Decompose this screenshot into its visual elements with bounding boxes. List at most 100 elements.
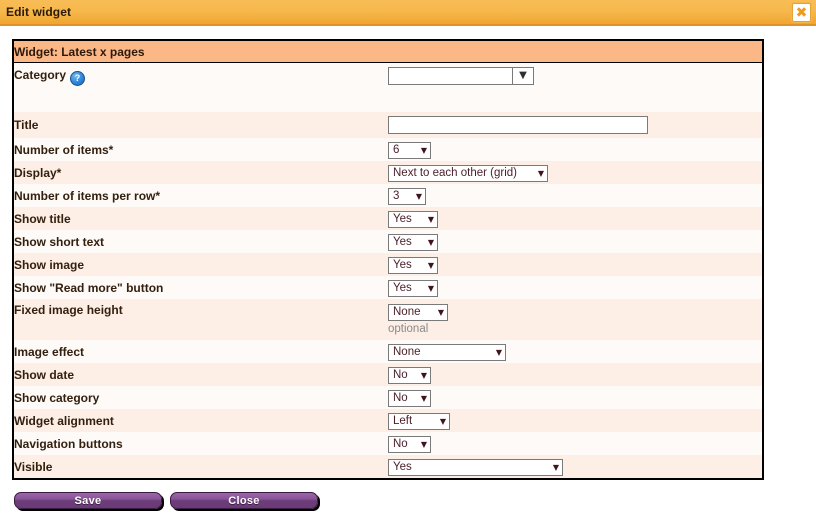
close-form-button[interactable]: Close [170, 492, 318, 509]
close-icon: ✖ [795, 4, 808, 21]
form-row-show-image: Show image Yes ▼ [13, 253, 763, 276]
form-row-show-category: Show category No ▼ [13, 386, 763, 409]
select-value: Yes [393, 461, 412, 473]
category-dropdown-button[interactable]: ▼ [512, 67, 534, 85]
form-row-visible: Visible Yes ▼ [13, 455, 763, 479]
form-row-number-of-items: Number of items* 6 ▼ [13, 138, 763, 161]
field-control-show-image: Yes ▼ [388, 253, 763, 276]
window-titlebar: Edit widget ✖ [0, 0, 816, 26]
chevron-down-icon: ▼ [420, 371, 427, 380]
field-label-navigation-buttons: Navigation buttons [13, 432, 388, 455]
navigation-buttons-select[interactable]: No ▼ [388, 436, 431, 453]
field-control-show-category: No ▼ [388, 386, 763, 409]
field-label-items-per-row: Number of items per row* [13, 184, 388, 207]
field-control-show-date: No ▼ [388, 363, 763, 386]
field-control-widget-alignment: Left ▼ [388, 409, 763, 432]
field-label-widget-alignment: Widget alignment [13, 409, 388, 432]
select-value: 3 [393, 190, 400, 202]
number-of-items-select[interactable]: 6 ▼ [388, 142, 431, 159]
form-row-widget-alignment: Widget alignment Left ▼ [13, 409, 763, 432]
form-row-category: Category? ▼ [13, 62, 763, 112]
field-label-show-short-text: Show short text [13, 230, 388, 253]
select-value: No [393, 438, 408, 450]
title-input[interactable] [388, 116, 648, 134]
field-label-show-image: Show image [13, 253, 388, 276]
chevron-down-icon: ▼ [427, 215, 434, 224]
field-label-visible: Visible [13, 455, 388, 479]
field-control-image-effect: None ▼ [388, 340, 763, 363]
field-label-category: Category? [13, 62, 388, 112]
form-row-show-short-text: Show short text Yes ▼ [13, 230, 763, 253]
visible-select[interactable]: Yes ▼ [388, 459, 563, 476]
chevron-down-icon: ▼ [495, 348, 502, 357]
form-row-navigation-buttons: Navigation buttons No ▼ [13, 432, 763, 455]
label-text: Category [14, 68, 67, 82]
field-label-fixed-image-height: Fixed image height [13, 299, 388, 340]
field-control-number-of-items: 6 ▼ [388, 138, 763, 161]
widget-alignment-select[interactable]: Left ▼ [388, 413, 450, 430]
select-value: Yes [393, 259, 412, 271]
form-row-image-effect: Image effect None ▼ [13, 340, 763, 363]
field-label-number-of-items: Number of items* [13, 138, 388, 161]
select-value: None [393, 306, 421, 318]
chevron-down-icon: ▼ [537, 169, 544, 178]
panel-header: Widget: Latest x pages [13, 40, 763, 63]
close-button[interactable]: ✖ [792, 3, 811, 22]
select-value: None [393, 346, 421, 358]
display-select[interactable]: Next to each other (grid) ▼ [388, 165, 548, 182]
select-value: 6 [393, 144, 400, 156]
form-row-title: Title [13, 112, 763, 138]
edit-widget-form: Widget: Latest x pages Category? ▼ Title… [0, 26, 816, 480]
chevron-down-icon: ▼ [552, 463, 559, 472]
select-value: Yes [393, 282, 412, 294]
field-label-display: Display* [13, 161, 388, 184]
field-control-display: Next to each other (grid) ▼ [388, 161, 763, 184]
show-short-text-select[interactable]: Yes ▼ [388, 234, 438, 251]
chevron-down-icon: ▼ [437, 308, 444, 317]
category-combobox-value[interactable] [388, 67, 512, 85]
field-label-image-effect: Image effect [13, 340, 388, 363]
chevron-down-icon: ▼ [427, 261, 434, 270]
chevron-down-icon: ▼ [420, 394, 427, 403]
select-value: No [393, 369, 408, 381]
field-control-show-short-text: Yes ▼ [388, 230, 763, 253]
field-label-show-category: Show category [13, 386, 388, 409]
select-value: Yes [393, 213, 412, 225]
field-label-show-date: Show date [13, 363, 388, 386]
field-control-navigation-buttons: No ▼ [388, 432, 763, 455]
field-label-title: Title [13, 112, 388, 138]
show-title-select[interactable]: Yes ▼ [388, 211, 438, 228]
save-button[interactable]: Save [14, 492, 162, 509]
chevron-down-icon: ▼ [415, 192, 422, 201]
show-category-select[interactable]: No ▼ [388, 390, 431, 407]
select-value: Left [393, 415, 413, 427]
form-row-show-read-more: Show "Read more" button Yes ▼ [13, 276, 763, 299]
form-row-show-date: Show date No ▼ [13, 363, 763, 386]
chevron-down-icon: ▼ [420, 440, 427, 449]
chevron-down-icon: ▼ [420, 146, 427, 155]
fixed-image-height-select[interactable]: None ▼ [388, 304, 448, 321]
category-combobox[interactable]: ▼ [388, 67, 534, 85]
fixed-image-height-hint: optional [388, 323, 429, 335]
chevron-down-icon: ▼ [519, 70, 527, 81]
window-title: Edit widget [6, 5, 72, 19]
items-per-row-select[interactable]: 3 ▼ [388, 188, 426, 205]
show-image-select[interactable]: Yes ▼ [388, 257, 438, 274]
help-icon[interactable]: ? [70, 71, 86, 86]
panel-header-row: Widget: Latest x pages [13, 40, 763, 63]
widget-settings-table: Widget: Latest x pages Category? ▼ Title… [12, 39, 764, 480]
select-value: Next to each other (grid) [393, 167, 518, 179]
field-control-fixed-image-height: None ▼ optional [388, 299, 763, 340]
field-label-show-read-more: Show "Read more" button [13, 276, 388, 299]
image-effect-select[interactable]: None ▼ [388, 344, 506, 361]
field-control-visible: Yes ▼ [388, 455, 763, 479]
show-read-more-select[interactable]: Yes ▼ [388, 280, 438, 297]
form-actions: Save Close [0, 480, 816, 509]
form-row-fixed-image-height: Fixed image height None ▼ optional [13, 299, 763, 340]
field-control-show-title: Yes ▼ [388, 207, 763, 230]
form-row-show-title: Show title Yes ▼ [13, 207, 763, 230]
field-control-show-read-more: Yes ▼ [388, 276, 763, 299]
field-control-title [388, 112, 763, 138]
form-row-display: Display* Next to each other (grid) ▼ [13, 161, 763, 184]
show-date-select[interactable]: No ▼ [388, 367, 431, 384]
